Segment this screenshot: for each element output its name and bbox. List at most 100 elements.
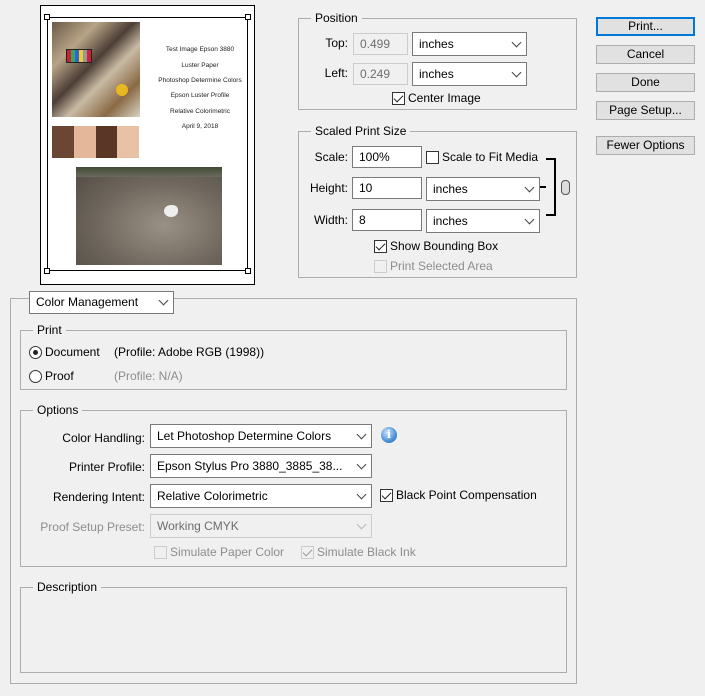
print-button[interactable]: Print... — [596, 17, 695, 36]
color-handling-label: Color Handling: — [62, 431, 145, 445]
print-selected-area-checkbox[interactable]: Print Selected Area — [374, 259, 493, 273]
resize-handle-top-right[interactable] — [245, 14, 251, 20]
left-input[interactable]: 0.249 — [353, 63, 408, 85]
printer-profile-select[interactable]: Epson Stylus Pro 3880_3885_38... — [150, 454, 372, 478]
resize-handle-bottom-right[interactable] — [245, 268, 251, 274]
checkbox-box[interactable] — [374, 239, 387, 253]
preview-bird-photo — [76, 167, 222, 265]
proof-setup-preset-select[interactable]: Working CMYK — [150, 514, 372, 538]
chevron-down-icon — [524, 182, 535, 193]
scale-label: Scale: — [314, 150, 348, 164]
chevron-down-icon — [356, 519, 367, 530]
checkbox-box[interactable] — [154, 545, 167, 559]
document-label: Document — [45, 345, 100, 359]
radio-dot[interactable] — [29, 345, 42, 359]
center-image-checkbox[interactable]: Center Image — [392, 91, 481, 105]
done-button[interactable]: Done — [596, 73, 695, 92]
color-handling-value: Let Photoshop Determine Colors — [157, 429, 332, 443]
print-group: Print — [20, 323, 567, 390]
preview-text-line: Test Image Epson 3880 — [165, 46, 235, 53]
preview-text-line: Epson Luster Profile — [170, 92, 230, 99]
chevron-down-icon — [356, 459, 367, 470]
left-unit-select[interactable]: inches — [412, 62, 527, 86]
show-bounding-box-label: Show Bounding Box — [390, 239, 499, 253]
height-input[interactable]: 10 — [352, 177, 422, 199]
checkbox-box[interactable] — [374, 259, 387, 273]
scaled-print-size-legend: Scaled Print Size — [311, 124, 411, 138]
chevron-down-icon — [511, 67, 522, 78]
black-point-compensation-label: Black Point Compensation — [396, 488, 537, 502]
proof-label: Proof — [45, 369, 74, 383]
scale-input[interactable]: 100% — [352, 146, 422, 168]
description-legend: Description — [33, 580, 102, 594]
sunflower — [116, 84, 128, 96]
document-radio[interactable]: Document — [29, 345, 100, 359]
scale-to-fit-label: Scale to Fit Media — [442, 150, 539, 164]
height-unit-select[interactable]: inches — [426, 177, 540, 201]
cancel-button[interactable]: Cancel — [596, 45, 695, 64]
section-select-value: Color Management — [36, 295, 139, 309]
options-legend: Options — [33, 403, 83, 417]
document-profile-text: (Profile: Adobe RGB (1998)) — [114, 345, 265, 359]
print-selected-area-label: Print Selected Area — [390, 259, 493, 273]
resize-handle-bottom-left[interactable] — [44, 268, 50, 274]
simulate-paper-color-label: Simulate Paper Color — [170, 545, 285, 559]
color-handling-select[interactable]: Let Photoshop Determine Colors — [150, 424, 372, 448]
printer-profile-value: Epson Stylus Pro 3880_3885_38... — [157, 459, 343, 473]
checkbox-box[interactable] — [301, 545, 314, 559]
preview-text-line: Relative Colorimetric — [170, 108, 230, 115]
preview-faces-image — [52, 126, 139, 158]
fewer-options-button[interactable]: Fewer Options — [596, 136, 695, 155]
top-unit-value: inches — [419, 37, 454, 51]
printer-profile-label: Printer Profile: — [68, 460, 145, 474]
simulate-black-ink-label: Simulate Black Ink — [317, 545, 416, 559]
proof-setup-preset-label: Proof Setup Preset: — [40, 520, 145, 534]
checkbox-box[interactable] — [426, 150, 439, 164]
width-unit-value: inches — [433, 214, 468, 228]
resize-handle-top-left[interactable] — [44, 14, 50, 20]
proof-profile-text: (Profile: N/A) — [114, 369, 183, 383]
section-select[interactable]: Color Management — [29, 291, 174, 314]
top-unit-select[interactable]: inches — [412, 32, 527, 56]
width-input[interactable]: 8 — [352, 209, 422, 231]
chevron-down-icon — [524, 214, 535, 225]
top-label: Top: — [325, 36, 348, 50]
proof-radio[interactable]: Proof — [29, 369, 74, 383]
rendering-intent-value: Relative Colorimetric — [157, 489, 268, 503]
page-setup-button[interactable]: Page Setup... — [596, 101, 695, 120]
chevron-down-icon — [158, 295, 169, 306]
preview-text-line: Luster Paper — [181, 62, 219, 69]
left-unit-value: inches — [419, 67, 454, 81]
checkbox-box[interactable] — [380, 488, 393, 502]
preview-text-line: April 9, 2018 — [181, 123, 219, 130]
checkbox-box[interactable] — [392, 91, 405, 105]
width-label: Width: — [313, 213, 348, 227]
scale-to-fit-checkbox[interactable]: Scale to Fit Media — [426, 150, 538, 164]
preview-text-line: Photoshop Determine Colors — [158, 77, 242, 84]
link-bracket — [546, 158, 556, 216]
chevron-down-icon — [356, 489, 367, 500]
rendering-intent-label: Rendering Intent: — [52, 490, 145, 504]
rendering-intent-select[interactable]: Relative Colorimetric — [150, 484, 372, 508]
chevron-down-icon — [356, 429, 367, 440]
seagull — [164, 205, 178, 217]
show-bounding-box-checkbox[interactable]: Show Bounding Box — [374, 239, 498, 253]
height-unit-value: inches — [433, 182, 468, 196]
top-input[interactable]: 0.499 — [353, 33, 408, 55]
info-icon[interactable]: i — [381, 427, 397, 443]
simulate-paper-color-checkbox[interactable]: Simulate Paper Color — [154, 545, 284, 559]
center-image-label: Center Image — [408, 91, 481, 105]
simulate-black-ink-checkbox[interactable]: Simulate Black Ink — [301, 545, 416, 559]
chain-link-icon[interactable] — [561, 180, 570, 195]
description-group: Description — [20, 580, 567, 673]
width-unit-select[interactable]: inches — [426, 209, 540, 233]
proof-setup-preset-value: Working CMYK — [157, 519, 239, 533]
radio-dot[interactable] — [29, 369, 42, 383]
preview-collage-image — [52, 22, 140, 117]
black-point-compensation-checkbox[interactable]: Black Point Compensation — [380, 488, 537, 502]
color-chart — [66, 49, 92, 63]
left-label: Left: — [324, 66, 348, 80]
height-label: Height: — [309, 181, 348, 195]
position-legend: Position — [311, 11, 362, 25]
link-bracket-tick — [540, 186, 546, 188]
